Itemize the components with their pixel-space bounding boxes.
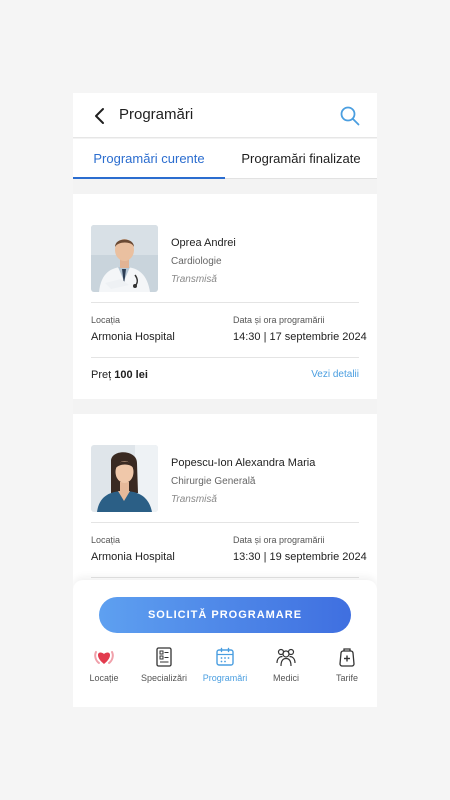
doctors-icon (276, 648, 296, 667)
nav-item-prices[interactable]: Tarife (317, 646, 377, 696)
doctor-photo (91, 225, 158, 292)
doctor-name: Oprea Andrei (171, 237, 236, 249)
datetime-label: Data și ora programării (233, 315, 325, 325)
divider (91, 577, 359, 578)
location-value: Armonia Hospital (91, 551, 175, 563)
nav-item-specializations[interactable]: Specializări (134, 646, 194, 696)
page-title: Programări (119, 106, 194, 123)
location-label: Locația (91, 535, 121, 545)
datetime-value: 13:30 | 19 septembrie 2024 (233, 551, 367, 563)
location-label: Locația (91, 315, 121, 325)
divider (91, 302, 359, 303)
bottom-panel: SOLICITĂ PROGRAMARE Locație Specializări (73, 580, 377, 707)
nav-label: Locație (89, 673, 119, 683)
nav-item-doctors[interactable]: Medici (256, 646, 316, 696)
view-details-link[interactable]: Vezi detalii (311, 369, 359, 380)
location-value: Armonia Hospital (91, 331, 175, 343)
search-icon[interactable] (339, 105, 361, 127)
medical-bag-icon (339, 648, 355, 667)
app-header: Programări (73, 93, 377, 138)
clipboard-icon (156, 647, 172, 667)
back-arrow-icon[interactable] (91, 105, 111, 127)
appointment-card[interactable]: Oprea Andrei Cardiologie Transmisă Locaț… (73, 194, 377, 399)
divider (91, 357, 359, 358)
appointment-status: Transmisă (171, 274, 217, 285)
nav-label: Specializări (140, 673, 188, 683)
doctor-name: Popescu-Ion Alexandra Maria (171, 457, 316, 469)
tab-current-appointments[interactable]: Programări curente (73, 139, 225, 179)
appointment-card[interactable]: Popescu-Ion Alexandra Maria Chirurgie Ge… (73, 414, 377, 599)
doctor-photo (91, 445, 158, 512)
datetime-value: 14:30 | 17 septembrie 2024 (233, 331, 367, 343)
doctor-specialty: Chirurgie Generală (171, 476, 256, 487)
nav-label: Tarife (335, 673, 358, 683)
request-appointment-button[interactable]: SOLICITĂ PROGRAMARE (99, 597, 351, 633)
appointment-status: Transmisă (171, 494, 217, 505)
doctor-specialty: Cardiologie (171, 256, 222, 267)
divider (91, 522, 359, 523)
price-prefix: Preț (91, 369, 112, 381)
app-screen: Programări Programări curente Programări… (73, 93, 377, 707)
price-value: 100 lei (114, 369, 148, 381)
nav-item-location[interactable]: Locație (74, 646, 134, 696)
appointments-tabs: Programări curente Programări finalizate (73, 139, 377, 179)
calendar-icon (216, 647, 234, 666)
heart-location-icon (94, 651, 114, 664)
nav-item-appointments[interactable]: Programări (195, 646, 255, 696)
nav-label: Programări (202, 673, 248, 683)
datetime-label: Data și ora programării (233, 535, 325, 545)
price: Preț 100 lei (91, 369, 148, 381)
tab-completed-appointments[interactable]: Programări finalizate (225, 139, 377, 179)
nav-label: Medici (272, 673, 299, 683)
